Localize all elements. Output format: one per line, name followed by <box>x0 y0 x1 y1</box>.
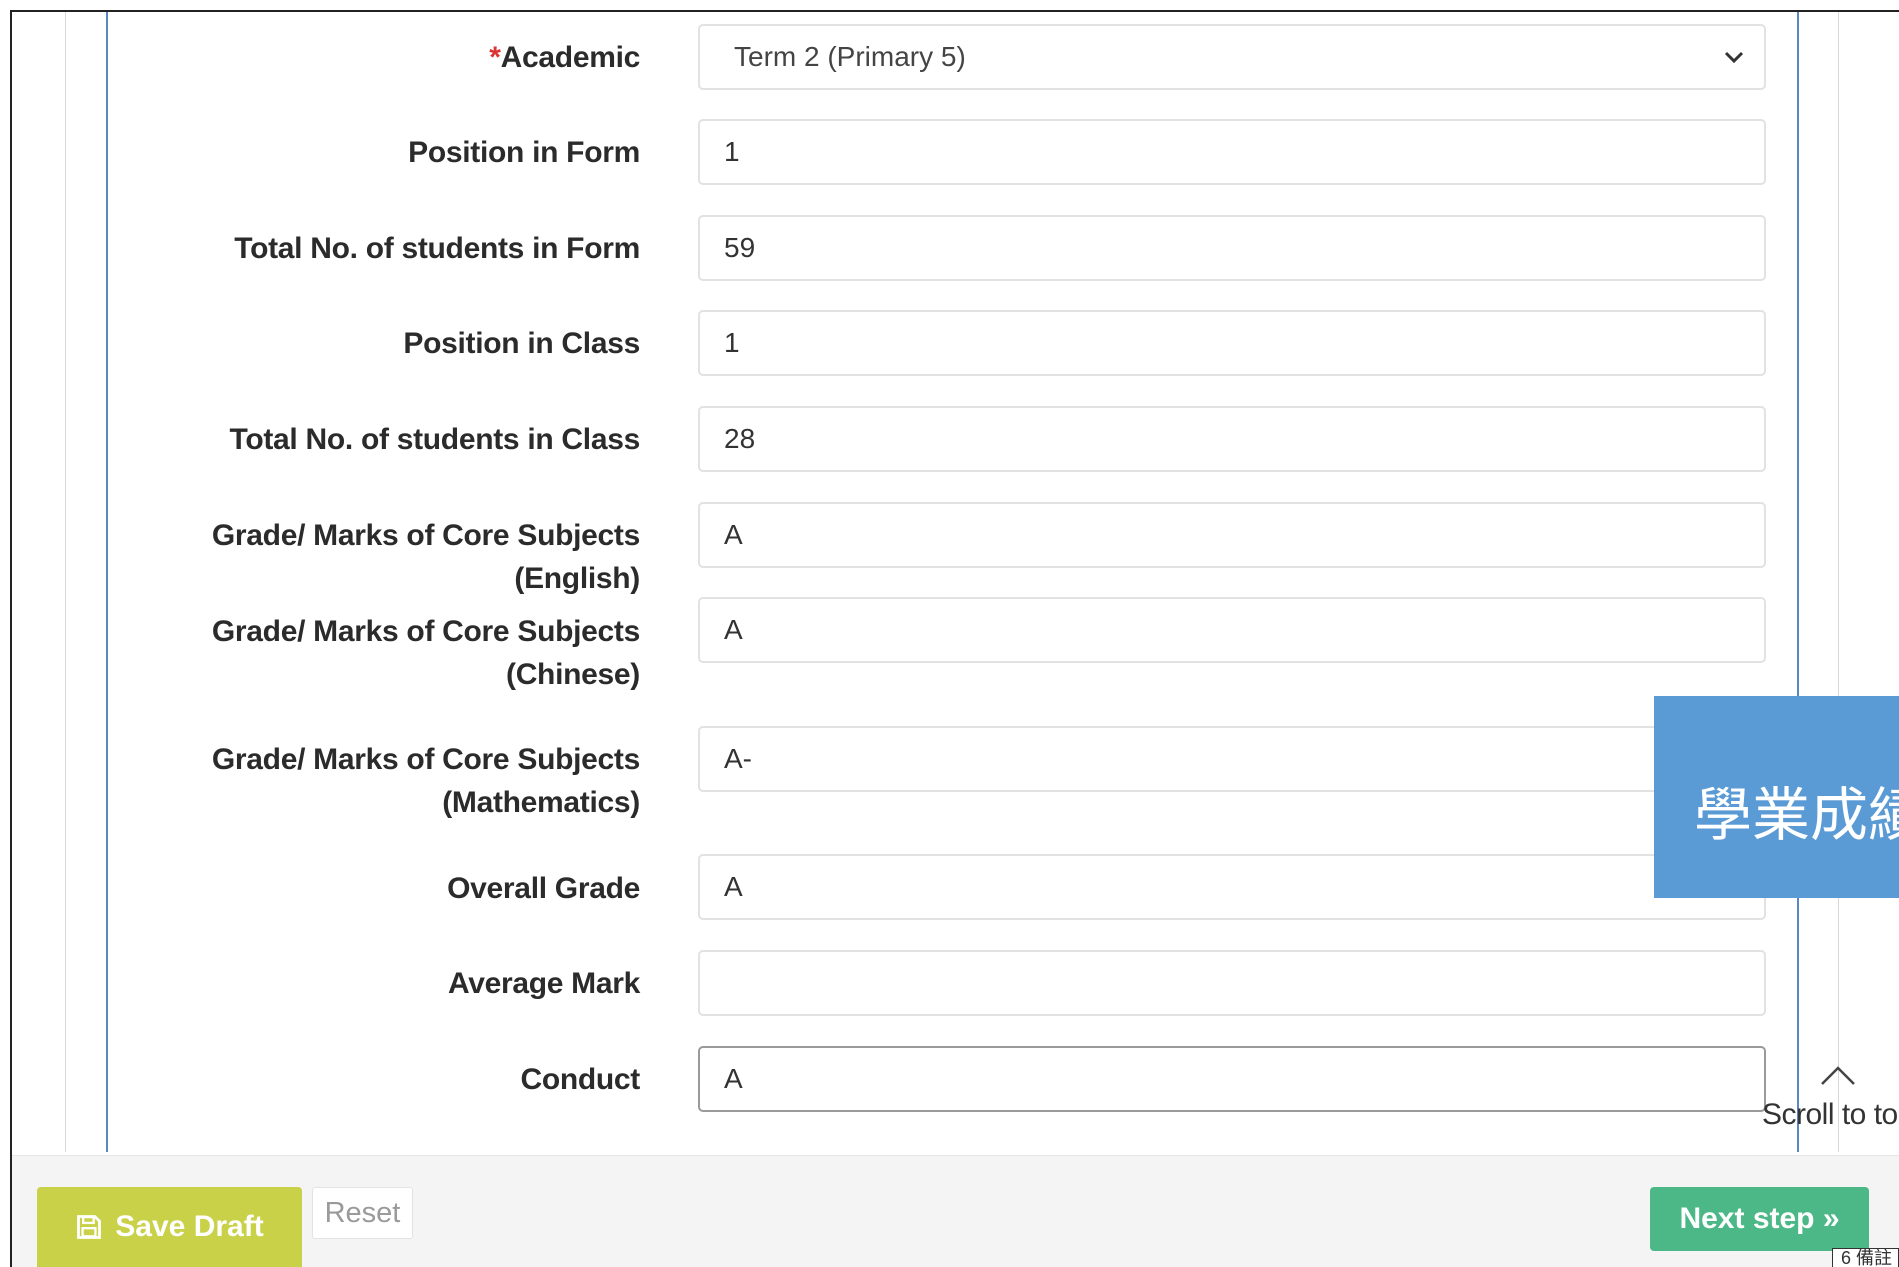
overall-grade-input[interactable] <box>698 854 1766 920</box>
total-students-form-input[interactable] <box>698 215 1766 281</box>
scroll-to-top-button[interactable]: Scroll to top <box>1762 1062 1899 1142</box>
overall-grade-label: Overall Grade <box>447 872 640 905</box>
section-annotation-text: 學業成績 <box>1694 781 1899 849</box>
guide-line-outer-right <box>1838 12 1839 1152</box>
grade-english-input[interactable] <box>698 502 1766 568</box>
total-students-class-input[interactable] <box>698 406 1766 472</box>
grade-math-input[interactable] <box>698 726 1766 792</box>
required-mark: * <box>489 41 501 74</box>
academic-label: *Academic <box>489 41 640 74</box>
floppy-disk-icon <box>77 1215 102 1239</box>
caret-up-icon <box>1821 1066 1855 1085</box>
total-students-class-label: Total No. of students in Class <box>229 423 641 456</box>
chevron-down-icon <box>1724 51 1744 64</box>
average-mark-label: Average Mark <box>447 967 640 1000</box>
grade-chinese-input[interactable] <box>698 597 1766 663</box>
total-students-form-label: Total No. of students in Form <box>234 232 640 265</box>
next-step-button[interactable]: Next step » <box>1650 1187 1869 1251</box>
position-in-class-input[interactable] <box>698 310 1766 376</box>
page-note-badge: 6 備註 <box>1832 1248 1899 1267</box>
conduct-label: Conduct <box>520 1063 640 1096</box>
section-annotation-box: 學業成績 <box>1654 696 1899 898</box>
scroll-to-top-label: Scroll to top <box>1762 1098 1899 1131</box>
save-draft-button[interactable]: Save Draft <box>37 1187 302 1267</box>
average-mark-input[interactable] <box>698 950 1766 1016</box>
grade-math-label: Grade/ Marks of Core Subjects (Mathemati… <box>211 743 640 819</box>
position-in-form-label: Position in Form <box>408 136 640 169</box>
reset-button[interactable]: Reset <box>312 1187 413 1239</box>
grade-chinese-label: Grade/ Marks of Core Subjects (Chinese) <box>211 615 640 691</box>
guide-line-outer-left <box>65 12 66 1152</box>
academic-select[interactable]: Term 2 (Primary 5) <box>698 24 1766 90</box>
grade-english-label: Grade/ Marks of Core Subjects (English) <box>211 519 640 595</box>
position-in-form-input[interactable] <box>698 119 1766 185</box>
conduct-input[interactable] <box>698 1046 1766 1112</box>
guide-line-inner-right <box>1797 12 1799 1152</box>
position-in-class-label: Position in Class <box>403 327 640 360</box>
